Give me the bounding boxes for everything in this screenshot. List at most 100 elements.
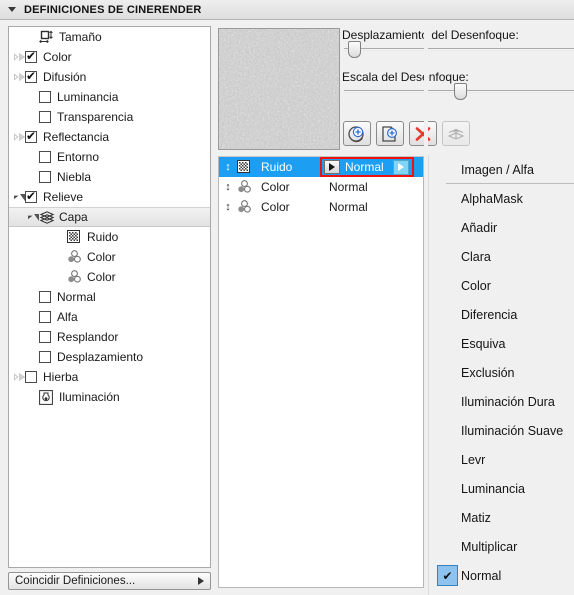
disclosure-closed-icon[interactable] bbox=[13, 127, 25, 147]
tree-item-checkbox[interactable] bbox=[39, 91, 51, 103]
menu-item-color[interactable]: Color bbox=[429, 271, 574, 300]
updown-arrows-icon[interactable]: ↕ bbox=[219, 157, 237, 177]
triangle-down-icon[interactable] bbox=[8, 7, 16, 12]
layer-list[interactable]: ↕ Ruido Normal ↕ Color Normal ↕ Color Normal bbox=[218, 156, 424, 588]
tree-item-capa[interactable]: Capa bbox=[9, 207, 210, 227]
tree-item-color[interactable]: Color bbox=[9, 247, 210, 267]
tree-item-label: Normal bbox=[57, 290, 96, 304]
tree-item-ruido[interactable]: Ruido bbox=[9, 227, 210, 247]
layer-blend-mode[interactable]: Normal bbox=[329, 177, 368, 197]
tree-item-checkbox[interactable] bbox=[39, 351, 51, 363]
tree-item-checkbox[interactable] bbox=[39, 111, 51, 123]
blur-scale-slider-knob[interactable] bbox=[454, 83, 467, 100]
tree-item-checkbox[interactable] bbox=[25, 49, 37, 63]
tree-item-checkbox[interactable] bbox=[39, 171, 51, 183]
tree-item-checkbox[interactable] bbox=[25, 371, 37, 383]
tree-item-normal[interactable]: Normal bbox=[9, 287, 210, 307]
blur-scale-slider[interactable] bbox=[344, 83, 574, 100]
menu-item-clara[interactable]: Clara bbox=[429, 242, 574, 271]
disclosure-closed-icon[interactable] bbox=[13, 367, 25, 387]
tree-item-hierba[interactable]: Hierba bbox=[9, 367, 210, 387]
updown-arrows-icon[interactable]: ↕ bbox=[219, 177, 237, 197]
tree-item-transparencia[interactable]: Transparencia bbox=[9, 107, 210, 127]
tree-item-iluminaci-n[interactable]: Iluminación bbox=[9, 387, 210, 407]
layer-row[interactable]: ↕ Color Normal bbox=[219, 197, 423, 217]
menu-item-exclusi-n[interactable]: Exclusión bbox=[429, 358, 574, 387]
menu-item-label: Levr bbox=[461, 452, 486, 467]
tree-item-checkbox[interactable] bbox=[25, 69, 37, 83]
channel-tree-panel[interactable]: Tamaño Color Difusión Luminancia Transparenc… bbox=[8, 26, 211, 568]
tree-item-niebla[interactable]: Niebla bbox=[9, 167, 210, 187]
layer-blend-mode[interactable]: Normal bbox=[329, 197, 368, 217]
tree-item-color[interactable]: Color bbox=[9, 267, 210, 287]
menu-item-levr[interactable]: Levr bbox=[429, 445, 574, 474]
menu-item-matiz[interactable]: Matiz bbox=[429, 503, 574, 532]
updown-arrows-icon[interactable]: ↕ bbox=[219, 197, 237, 217]
menu-item-normal[interactable]: ✔ Normal bbox=[429, 561, 574, 590]
combo-next-button[interactable] bbox=[393, 159, 409, 175]
tree-item-label: Relieve bbox=[43, 190, 84, 204]
sphere-plus-icon bbox=[348, 125, 364, 142]
menu-item-oscura[interactable]: Oscura bbox=[429, 590, 574, 595]
tree-item-label: Alfa bbox=[57, 310, 78, 324]
menu-item-multiplicar[interactable]: Multiplicar bbox=[429, 532, 574, 561]
tree-item-resplandor[interactable]: Resplandor bbox=[9, 327, 210, 347]
menu-item-iluminaci-n-suave[interactable]: Iluminación Suave bbox=[429, 416, 574, 445]
combo-prev-button[interactable] bbox=[324, 160, 340, 174]
menu-item-label: Esquiva bbox=[461, 336, 506, 351]
menu-item-alphamask[interactable]: AlphaMask bbox=[429, 184, 574, 213]
blend-mode-combo[interactable]: Normal bbox=[320, 157, 414, 177]
menu-item-luminancia[interactable]: Luminancia bbox=[429, 474, 574, 503]
layer-row[interactable]: ↕ Color Normal bbox=[219, 177, 423, 197]
tree-item-color[interactable]: Color bbox=[9, 47, 210, 67]
disclosure-open-icon[interactable] bbox=[27, 207, 39, 227]
blend-mode-dropdown-menu[interactable]: Imagen / Alfa AlphaMask Añadir Clara Color Di… bbox=[428, 155, 574, 595]
menu-item-iluminaci-n-dura[interactable]: Iluminación Dura bbox=[429, 387, 574, 416]
tree-item-checkbox[interactable] bbox=[25, 189, 37, 203]
merge-layers-button[interactable] bbox=[442, 121, 470, 146]
tree-item-tama-o[interactable]: Tamaño bbox=[9, 27, 210, 47]
tree-item-luminancia[interactable]: Luminancia bbox=[9, 87, 210, 107]
disclosure-closed-icon[interactable] bbox=[13, 47, 25, 67]
noise-icon bbox=[67, 229, 82, 245]
menu-item-diferencia[interactable]: Diferencia bbox=[429, 300, 574, 329]
tree-item-alfa[interactable]: Alfa bbox=[9, 307, 210, 327]
add-layer-button[interactable] bbox=[376, 121, 404, 146]
tree-item-reflectancia[interactable]: Reflectancia bbox=[9, 127, 210, 147]
menu-item-label: Diferencia bbox=[461, 307, 518, 322]
tree-item-checkbox[interactable] bbox=[39, 331, 51, 343]
texture-preview[interactable] bbox=[218, 28, 340, 150]
cinerender-settings-dialog: DEFINICIONES DE CINERENDER Tamaño Color Di… bbox=[0, 0, 574, 595]
blur-offset-slider-knob[interactable] bbox=[348, 41, 361, 58]
tree-item-difusi-n[interactable]: Difusión bbox=[9, 67, 210, 87]
menu-item-label: Color bbox=[461, 278, 491, 293]
match-definitions-button[interactable]: Coincidir Definiciones... bbox=[8, 572, 211, 590]
add-shader-button[interactable] bbox=[343, 121, 371, 146]
menu-item-a-adir[interactable]: Añadir bbox=[429, 213, 574, 242]
disclosure-closed-icon[interactable] bbox=[13, 67, 25, 87]
shader-editor-panel: Desplazamiento del Desenfoque: Escala de… bbox=[218, 26, 574, 588]
tree-item-relieve[interactable]: Relieve bbox=[9, 187, 210, 207]
panel-header[interactable]: DEFINICIONES DE CINERENDER bbox=[0, 0, 574, 20]
delete-layer-button[interactable] bbox=[409, 121, 437, 146]
tree-item-entorno[interactable]: Entorno bbox=[9, 147, 210, 167]
triangle-right-icon bbox=[198, 577, 204, 585]
tree-item-checkbox[interactable] bbox=[25, 129, 37, 143]
menu-item-esquiva[interactable]: Esquiva bbox=[429, 329, 574, 358]
blur-offset-slider[interactable] bbox=[344, 41, 574, 58]
menu-item-imagen-alfa[interactable]: Imagen / Alfa bbox=[429, 155, 574, 184]
tree-item-label: Reflectancia bbox=[43, 130, 110, 144]
tree-item-checkbox[interactable] bbox=[39, 291, 51, 303]
tree-item-checkbox[interactable] bbox=[39, 311, 51, 323]
disclosure-open-icon[interactable] bbox=[13, 187, 25, 207]
layer-row[interactable]: ↕ Ruido Normal bbox=[219, 157, 423, 177]
tree-item-checkbox[interactable] bbox=[39, 151, 51, 163]
tree-item-desplazamiento[interactable]: Desplazamiento bbox=[9, 347, 210, 367]
